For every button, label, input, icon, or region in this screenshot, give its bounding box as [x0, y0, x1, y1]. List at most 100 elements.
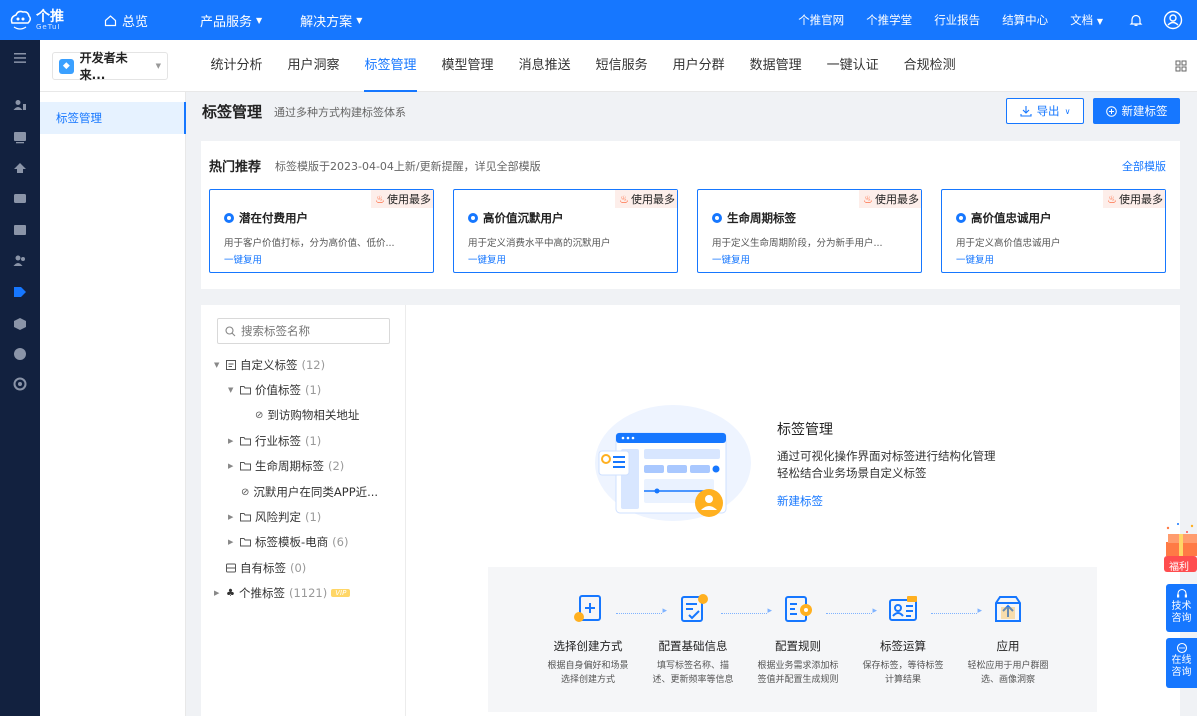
detect-icon[interactable]: [0, 372, 40, 396]
reuse-link[interactable]: 一键复用: [224, 252, 262, 266]
industry-report-link[interactable]: 行业报告: [934, 12, 980, 28]
project-selector[interactable]: ◆ 开发者未来... ▼: [52, 51, 168, 82]
tab-user-segment[interactable]: 用户分群: [660, 40, 737, 92]
analytics-icon[interactable]: [0, 125, 40, 149]
flow-step-desc-line: 选择创建方式: [560, 675, 615, 685]
tree-node-lifecycle-tags[interactable]: ▶ 生命周期标签 (2): [228, 458, 344, 474]
export-button[interactable]: 导出 ∨: [1006, 98, 1084, 124]
logo-subtitle: GeTuI: [36, 22, 61, 31]
template-dot-icon: [956, 213, 966, 223]
reuse-link[interactable]: 一键复用: [956, 252, 994, 266]
tab-sms-service[interactable]: 短信服务: [583, 40, 660, 92]
bell-icon[interactable]: [1129, 13, 1143, 27]
tree-node-label: 个推标签: [238, 586, 285, 600]
caret-down-icon: ▼: [155, 62, 161, 70]
grid-view-icon[interactable]: [1175, 60, 1187, 72]
vip-badge: VIP: [331, 589, 351, 597]
online-consult-button[interactable]: 在线咨询: [1166, 638, 1197, 688]
template-name: 高价值沉默用户: [483, 211, 564, 225]
tree-node-industry-tags[interactable]: ▶ 行业标签 (1): [228, 433, 321, 449]
tab-compliance-check[interactable]: 合规检测: [891, 40, 968, 92]
create-doc-icon: [574, 595, 601, 622]
logo-title: 个推: [36, 8, 64, 25]
side-menu: 标签管理: [40, 92, 186, 716]
top-nav-bar: 个推 GeTuI 总览 产品服务 ▼ 解决方案 ▼ 个推官网 个推学堂 行业报告 结…: [0, 0, 1197, 40]
database-icon: [226, 563, 236, 573]
hot-recommend-panel: 热门推荐 标签模版于2023-04-04上新/更新提醒，详见全部模版 全部模版 …: [201, 141, 1180, 289]
template-dot-icon: [468, 213, 478, 223]
tree-node-count: (2): [328, 459, 345, 473]
tree-node-getui-tags[interactable]: ▶ ♣ 个推标签 (1121) VIP: [214, 585, 351, 601]
tab-stat-analysis[interactable]: 统计分析: [198, 40, 275, 92]
page-title: 标签管理: [202, 103, 263, 121]
side-item-tag-management[interactable]: 标签管理: [40, 102, 186, 134]
tab-tag-management[interactable]: 标签管理: [352, 40, 429, 92]
getui-logo[interactable]: 个推 GeTuI: [0, 9, 104, 31]
caret-right-icon: ▶: [228, 462, 234, 470]
tree-node-custom-tags[interactable]: ▼ 自定义标签 (12): [214, 357, 325, 373]
tab-data-management[interactable]: 数据管理: [737, 40, 814, 92]
flow-step-desc-line: 述、更新频率等信息: [652, 675, 734, 685]
reuse-link[interactable]: 一键复用: [468, 252, 506, 266]
message-icon[interactable]: [0, 186, 40, 210]
template-card[interactable]: ♨ 使用最多 高价值沉默用户 用于定义消费水平中高的沉默用户 一键复用: [453, 189, 678, 273]
empty-new-tag-link[interactable]: 新建标签: [777, 493, 823, 509]
tree-node-value-tags[interactable]: ▼ 价值标签 (1): [228, 382, 321, 398]
model-icon[interactable]: [0, 312, 40, 336]
solutions-label: 解决方案: [300, 14, 353, 30]
gift-label: 福利: [1169, 562, 1189, 573]
report-icon[interactable]: [0, 218, 40, 242]
tech-consult-button[interactable]: 技术咨询: [1166, 584, 1197, 632]
home-nav-link[interactable]: 总览: [104, 11, 184, 30]
tree-node-own-tags[interactable]: 自有标签 (0): [226, 560, 306, 576]
left-icon-rail: [0, 40, 40, 716]
tab-message-push[interactable]: 消息推送: [506, 40, 583, 92]
new-tag-button[interactable]: 新建标签: [1093, 98, 1180, 124]
tree-node-count: (1): [305, 510, 322, 524]
push-icon[interactable]: [0, 155, 40, 179]
reuse-link[interactable]: 一键复用: [712, 252, 750, 266]
flow-step-2: 配置基础信息 填写标签名称、描 述、更新频率等信息: [643, 593, 743, 687]
template-card[interactable]: ♨ 使用最多 高价值忠诚用户 用于定义高价值忠诚用户 一键复用: [941, 189, 1166, 273]
solutions-menu[interactable]: 解决方案 ▼: [300, 11, 362, 30]
download-icon: [1020, 106, 1032, 117]
caret-right-icon: ▶: [228, 437, 234, 445]
tab-model-management[interactable]: 模型管理: [429, 40, 506, 92]
tree-node-silent-users[interactable]: ⊘ 沉默用户在同类APP近...: [241, 484, 378, 500]
tab-user-insight[interactable]: 用户洞察: [275, 40, 352, 92]
plus-circle-icon: [1105, 105, 1117, 117]
tag-search-box[interactable]: [217, 318, 390, 344]
gift-benefit-button[interactable]: 福利: [1162, 520, 1197, 575]
upload-box-icon: [995, 596, 1021, 622]
flow-step-title: 配置规则: [775, 639, 821, 653]
flow-step-desc-line: 填写标签名称、描: [656, 661, 729, 671]
docs-menu[interactable]: 文档 ▼: [1070, 12, 1103, 28]
tree-node-label: 自有标签: [240, 561, 286, 575]
tree-node-ecommerce-template[interactable]: ▶ 标签模板-电商 (6): [228, 534, 348, 550]
official-site-link[interactable]: 个推官网: [798, 12, 844, 28]
users-icon[interactable]: [0, 93, 40, 117]
tab-one-click-auth[interactable]: 一键认证: [814, 40, 891, 92]
school-link[interactable]: 个推学堂: [866, 12, 912, 28]
group-icon[interactable]: [0, 248, 40, 272]
all-templates-link[interactable]: 全部模版: [1122, 158, 1166, 174]
project-name: 开发者未来...: [79, 51, 128, 82]
template-card[interactable]: ♨ 使用最多 生命周期标签 用于定义生命周期阶段，分为新手用户... 一键复用: [697, 189, 922, 273]
caret-right-icon: ▶: [214, 589, 220, 597]
project-cube-icon: ◆: [59, 58, 74, 74]
template-desc: 用于定义消费水平中高的沉默用户: [468, 238, 611, 249]
tree-node-visit-shopping[interactable]: ⊘ 到访购物相关地址: [255, 407, 359, 423]
tree-node-risk[interactable]: ▶ 风险判定 (1): [228, 509, 321, 525]
billing-center-link[interactable]: 结算中心: [1002, 12, 1048, 28]
flow-step-desc-line: 轻松应用于用户群圈: [967, 661, 1049, 671]
menu-toggle-icon[interactable]: [0, 46, 40, 70]
product-services-menu[interactable]: 产品服务 ▼: [200, 11, 262, 30]
tree-node-count: (1): [305, 383, 322, 397]
tag-management-icon[interactable]: [0, 280, 40, 304]
template-desc: 用于定义生命周期阶段，分为新手用户...: [712, 238, 883, 249]
compliance-icon[interactable]: [0, 342, 40, 366]
chevron-down-icon: ∨: [1064, 106, 1071, 116]
user-avatar-icon[interactable]: [1163, 10, 1183, 30]
template-card[interactable]: ♨ 使用最多 潜在付费用户 用于客户价值打标，分为高价值、低价... 一键复用: [209, 189, 434, 273]
tag-search-input[interactable]: [241, 324, 371, 338]
